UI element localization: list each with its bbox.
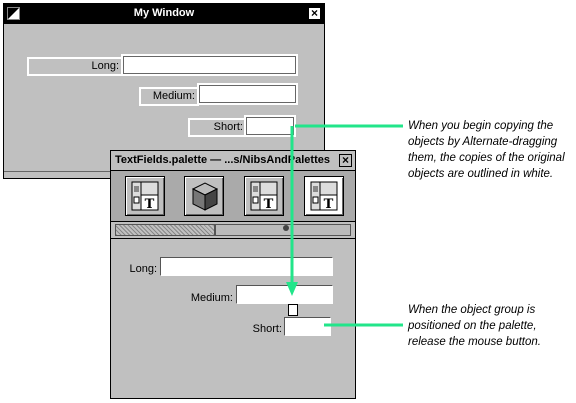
palette-window: TextFields.palette — ...s/NibsAndPalette… — [110, 150, 356, 399]
long-label: Long: — [27, 57, 123, 76]
palette-title: TextFields.palette — ...s/NibsAndPalette… — [115, 154, 330, 166]
close-button[interactable]: × — [308, 7, 321, 20]
svg-text:T: T — [145, 197, 155, 212]
textfield-palette-icon: T — [310, 181, 338, 212]
annotation-line: them, the copies of the original — [408, 152, 565, 164]
medium-label: Medium: — [139, 87, 199, 106]
textfield-palette-icon: T — [131, 181, 159, 212]
scroll-knob[interactable] — [115, 224, 215, 236]
palette-long-field[interactable] — [160, 257, 333, 276]
cube-icon — [191, 182, 219, 211]
textfield-palette-icon[interactable]: T — [244, 176, 284, 216]
palette-medium-field[interactable] — [236, 285, 333, 304]
my-window-titlebar[interactable]: My Window × — [4, 4, 324, 24]
annotation-line: objects are outlined in white. — [408, 168, 554, 180]
cube-icon[interactable] — [184, 176, 224, 216]
window-title: My Window — [133, 7, 195, 19]
textfield-palette-icon: T — [250, 181, 278, 212]
textfield-palette-icon[interactable]: T — [125, 176, 165, 216]
annotation-top: When you begin copying the objects by Al… — [408, 118, 576, 182]
svg-text:T: T — [324, 197, 334, 212]
palette-toolbar: T T T — [111, 171, 355, 222]
palette-scroller[interactable] — [111, 222, 355, 239]
palette-short-label: Short: — [252, 323, 282, 335]
annotation-line: objects by Alternate-dragging — [408, 136, 558, 148]
annotation-line: When you begin copying the — [408, 120, 554, 132]
palette-titlebar[interactable]: TextFields.palette — ...s/NibsAndPalette… — [111, 151, 355, 171]
textfield-palette-icon[interactable]: T — [304, 176, 344, 216]
palette-close-button[interactable]: × — [339, 154, 352, 167]
svg-text:T: T — [264, 197, 274, 212]
palette-long-label: Long: — [129, 263, 157, 275]
short-label: Short: — [188, 118, 247, 137]
annotation-bottom: When the object group is positioned on t… — [408, 302, 576, 350]
palette-medium-label: Medium: — [190, 292, 233, 304]
short-field[interactable] — [244, 115, 296, 137]
annotation-line: release the mouse button. — [408, 336, 541, 348]
mouse-pointer — [288, 304, 298, 316]
palette-short-field[interactable] — [284, 317, 331, 336]
annotation-line: positioned on the palette, — [408, 320, 537, 332]
long-field[interactable] — [121, 54, 298, 76]
medium-field[interactable] — [197, 83, 298, 105]
annotation-line: When the object group is — [408, 304, 536, 316]
scroll-indicator-dot — [283, 225, 289, 231]
